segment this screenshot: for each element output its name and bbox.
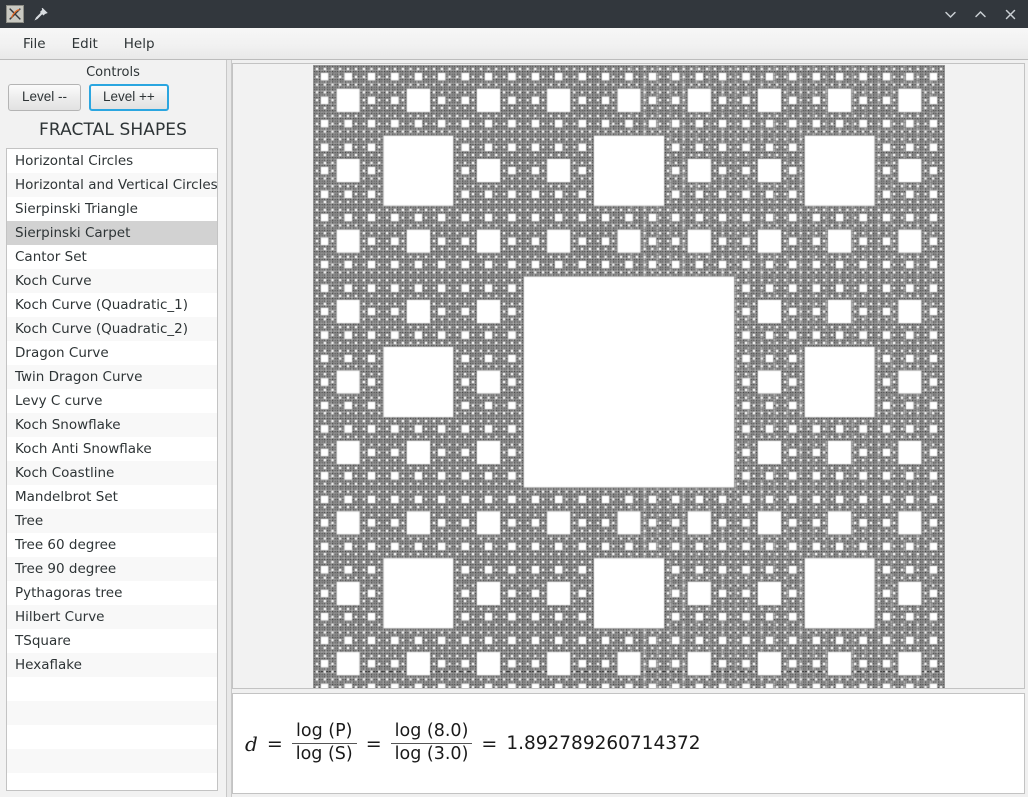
formula-result: 1.892789260714372 [506, 733, 701, 754]
list-item[interactable]: Cantor Set [7, 244, 217, 269]
menu-file[interactable]: File [12, 32, 57, 56]
list-item[interactable]: Koch Curve [7, 268, 217, 293]
list-item[interactable]: Twin Dragon Curve [7, 364, 217, 389]
formula-denominator-1: log (S) [291, 743, 357, 765]
level-up-button[interactable]: Level ++ [89, 84, 169, 111]
list-item-empty [7, 676, 217, 701]
fractal-dimension-formula: d = log (P) log (S) = log (8.0) log (3.0… [245, 722, 701, 764]
list-item[interactable]: Levy C curve [7, 388, 217, 413]
chevron-up-icon[interactable] [966, 0, 994, 28]
fractal-shapes-listbox[interactable]: Horizontal Circles Horizontal and Vertica… [6, 147, 218, 791]
list-item[interactable]: TSquare [7, 628, 217, 653]
list-item[interactable]: Dragon Curve [7, 340, 217, 365]
list-item[interactable]: Mandelbrot Set [7, 484, 217, 509]
level-down-button[interactable]: Level -- [8, 84, 82, 111]
formula-equals-1: = [266, 732, 283, 755]
menubar: File Edit Help [0, 28, 1028, 60]
controls-label: Controls [86, 65, 140, 80]
fractal-shapes-list: Horizontal Circles Horizontal and Vertica… [7, 148, 217, 791]
list-item-empty [7, 724, 217, 749]
list-item[interactable]: Horizontal and Vertical Circles [7, 172, 217, 197]
fractal-canvas-area[interactable] [232, 63, 1025, 689]
fractal-shapes-title: FRACTAL SHAPES [38, 119, 188, 140]
list-item[interactable]: Koch Curve (Quadratic_1) [7, 292, 217, 317]
list-item[interactable]: Horizontal Circles [7, 148, 217, 173]
main-body: Controls Level -- Level ++ FRACTAL SHAPE… [0, 60, 1028, 797]
list-item[interactable]: Koch Snowflake [7, 412, 217, 437]
list-item[interactable]: Koch Anti Snowflake [7, 436, 217, 461]
formula-numerator-1: log (P) [296, 721, 353, 742]
formula-variable: d [245, 731, 258, 756]
titlebar-left-icons [0, 5, 49, 23]
list-item[interactable]: Sierpinski Carpet [7, 220, 217, 245]
controls-sidebar: Controls Level -- Level ++ FRACTAL SHAPE… [0, 60, 227, 797]
list-item-empty [7, 748, 217, 773]
list-item[interactable]: Tree 90 degree [7, 556, 217, 581]
dimension-formula-panel: d = log (P) log (S) = log (8.0) log (3.0… [232, 693, 1025, 794]
titlebar-window-buttons [936, 0, 1024, 28]
list-item-empty [7, 772, 217, 791]
chevron-down-icon[interactable] [936, 0, 964, 28]
list-item[interactable]: Pythagoras tree [7, 580, 217, 605]
list-item[interactable]: Tree [7, 508, 217, 533]
list-item[interactable]: Tree 60 degree [7, 532, 217, 557]
formula-equals-2: = [365, 732, 382, 755]
fractal-explorer-window: File Edit Help Controls Level -- Level +… [0, 0, 1028, 797]
pin-icon[interactable] [33, 6, 49, 22]
list-item[interactable]: Hexaflake [7, 652, 217, 677]
window-titlebar [0, 0, 1028, 28]
level-button-row: Level -- Level ++ [0, 84, 226, 116]
list-item-empty [7, 700, 217, 725]
formula-denominator-2: log (3.0) [390, 743, 473, 765]
formula-equals-3: = [481, 732, 498, 755]
formula-fraction-symbolic: log (P) log (S) [291, 721, 357, 765]
menu-help[interactable]: Help [113, 32, 166, 56]
list-item[interactable]: Hilbert Curve [7, 604, 217, 629]
x11-app-icon[interactable] [6, 5, 24, 23]
formula-numerator-2: log (8.0) [394, 721, 469, 742]
sierpinski-carpet-canvas[interactable] [312, 65, 945, 688]
menu-edit[interactable]: Edit [61, 32, 109, 56]
list-item[interactable]: Koch Curve (Quadratic_2) [7, 316, 217, 341]
formula-fraction-numeric: log (8.0) log (3.0) [390, 721, 473, 765]
close-icon[interactable] [996, 0, 1024, 28]
list-item[interactable]: Sierpinski Triangle [7, 196, 217, 221]
list-item[interactable]: Koch Coastline [7, 460, 217, 485]
viewer-panel: d = log (P) log (S) = log (8.0) log (3.0… [232, 60, 1028, 797]
